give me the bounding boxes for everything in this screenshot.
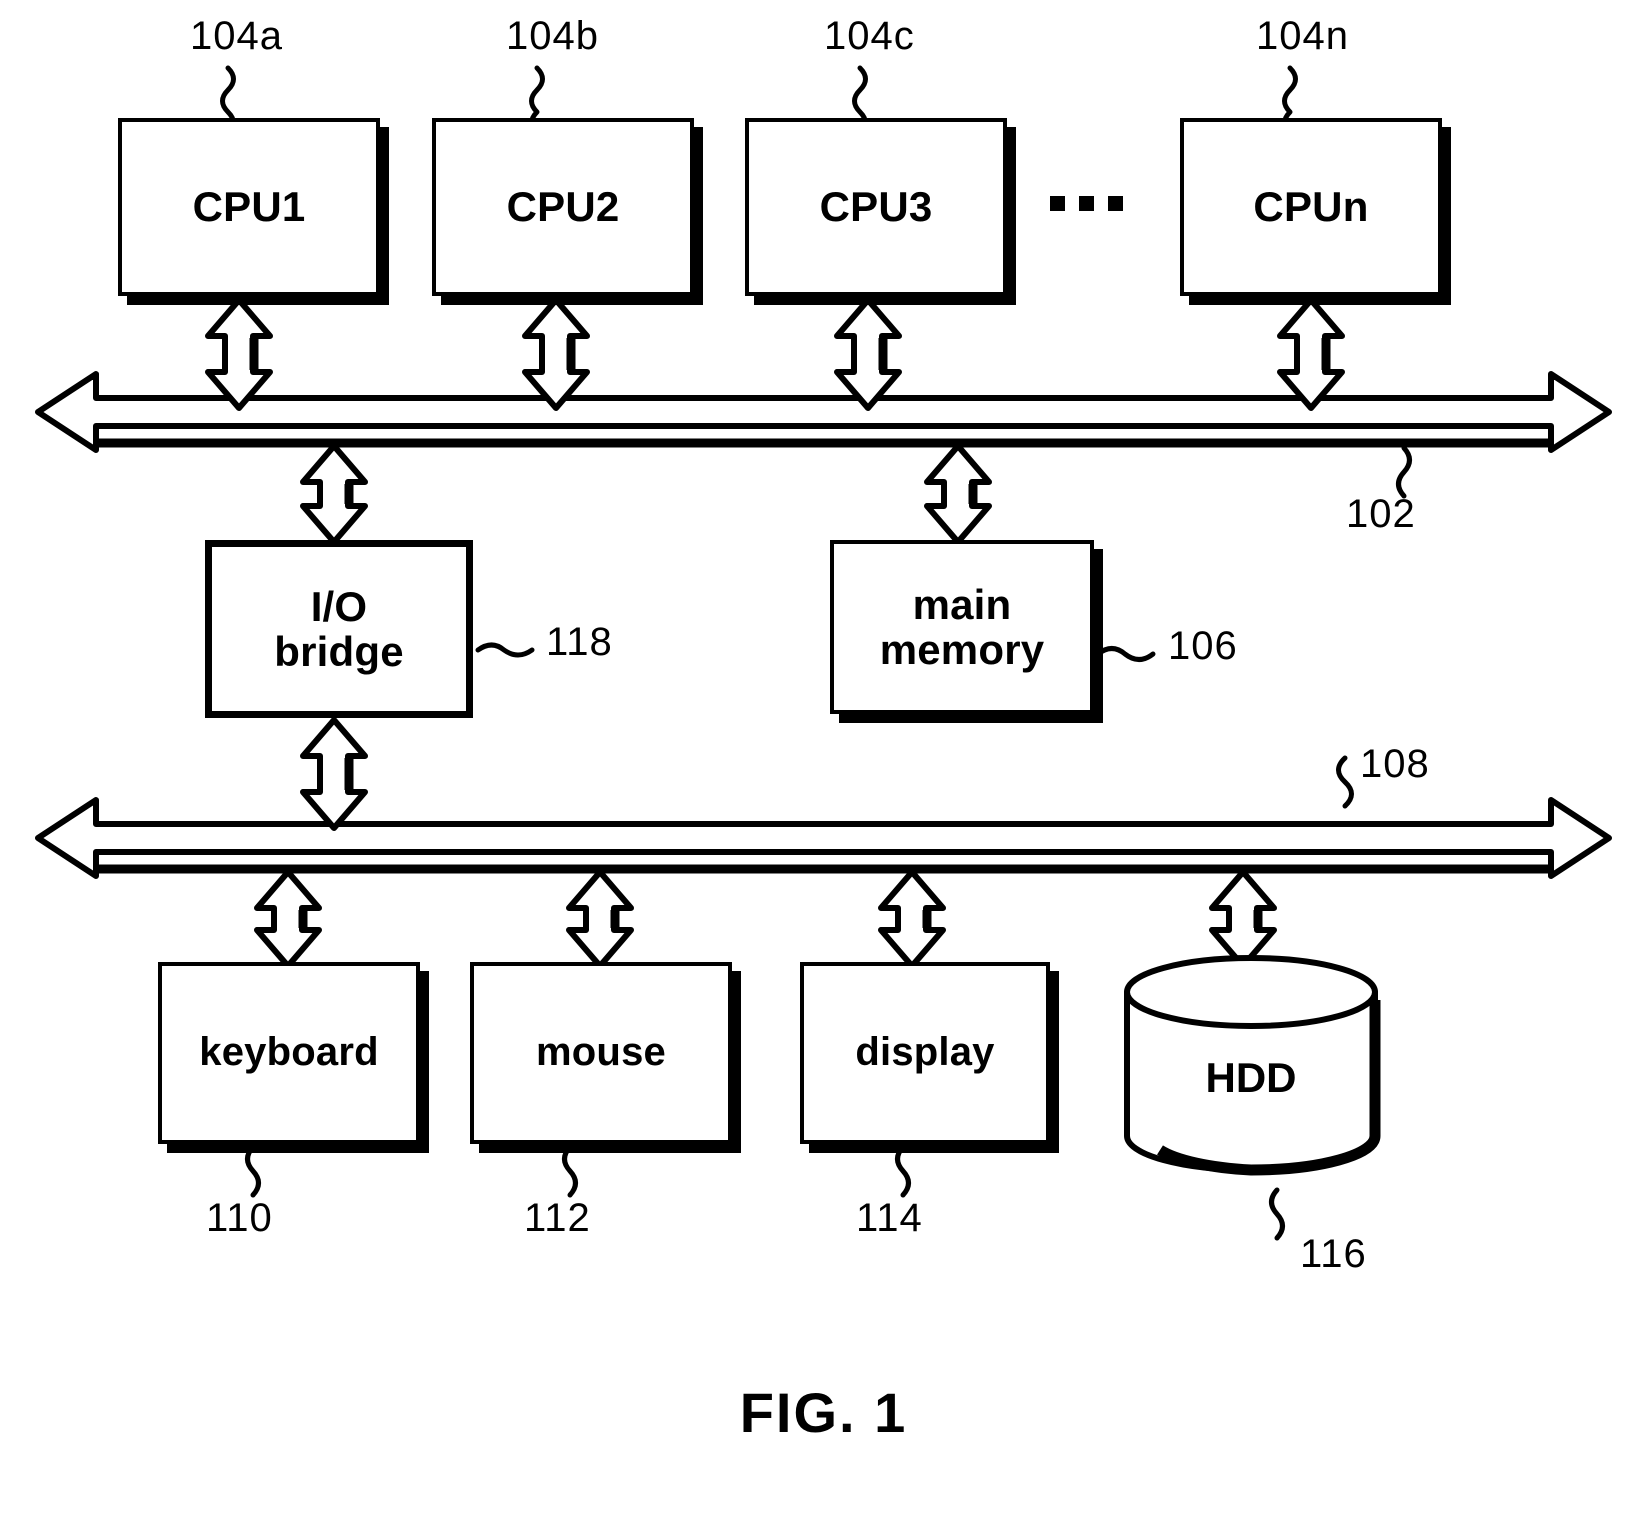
leader-110 [245, 1144, 261, 1198]
connector-bus-iobridge [300, 443, 368, 545]
node-main-memory[interactable]: main memory [830, 540, 1094, 714]
connector-iobus-keyboard [254, 869, 322, 969]
node-keyboard-label: keyboard [199, 1030, 379, 1075]
node-hdd-label: HDD [1205, 1054, 1297, 1101]
leader-114 [895, 1144, 911, 1198]
node-hdd[interactable]: HDD [1127, 958, 1375, 1170]
ref-112: 112 [524, 1196, 591, 1240]
ref-108: 108 [1360, 742, 1430, 786]
ref-118: 118 [546, 620, 613, 664]
node-cpun-label: CPUn [1253, 183, 1369, 231]
node-display-label: display [855, 1030, 995, 1075]
node-cpu3[interactable]: CPU3 [745, 118, 1007, 296]
ref-104b: 104b [506, 14, 599, 58]
connector-iobus-mouse [566, 869, 634, 969]
ref-104n: 104n [1256, 14, 1349, 58]
node-mouse-label: mouse [536, 1030, 666, 1075]
node-keyboard[interactable]: keyboard [158, 962, 420, 1144]
connector-cpun-bus [1277, 297, 1345, 411]
connector-cpu3-bus [834, 297, 902, 411]
node-display[interactable]: display [800, 962, 1050, 1144]
cpu-ellipsis-icon [1050, 196, 1123, 211]
connector-cpu2-bus [522, 297, 590, 411]
ref-116: 116 [1300, 1232, 1367, 1276]
node-cpu2[interactable]: CPU2 [432, 118, 694, 296]
leader-106 [1095, 646, 1156, 662]
figure-caption: FIG. 1 [739, 1381, 908, 1444]
node-cpu1-label: CPU1 [192, 183, 306, 231]
ref-104c: 104c [824, 14, 915, 58]
node-cpun[interactable]: CPUn [1180, 118, 1442, 296]
node-cpu3-label: CPU3 [819, 183, 933, 231]
ref-104a: 104a [190, 14, 283, 58]
system-bus-102 [35, 371, 1612, 453]
connector-bus-mainmemory [924, 443, 992, 545]
connector-iobus-display [878, 869, 946, 969]
connector-cpu1-bus [205, 297, 273, 411]
ref-106: 106 [1168, 624, 1238, 668]
node-cpu1[interactable]: CPU1 [118, 118, 380, 296]
node-mouse[interactable]: mouse [470, 962, 732, 1144]
leader-116 [1269, 1187, 1285, 1241]
connector-iobridge-iobus [300, 717, 368, 831]
ref-110: 110 [206, 1196, 273, 1240]
ref-102: 102 [1346, 492, 1416, 536]
leader-108 [1336, 755, 1354, 809]
leader-112 [562, 1144, 578, 1198]
leader-118 [475, 642, 535, 658]
node-io-bridge-label: I/O bridge [274, 582, 404, 675]
node-io-bridge[interactable]: I/O bridge [205, 540, 473, 718]
leader-102 [1396, 445, 1412, 499]
ref-114: 114 [856, 1196, 923, 1240]
patent-figure: CPU1 104a CPU2 104b CPU3 104c CPUn 104n … [0, 0, 1647, 1531]
node-main-memory-label: main memory [879, 580, 1045, 673]
connector-iobus-hdd [1209, 869, 1277, 969]
io-bus-108 [35, 797, 1612, 879]
node-cpu2-label: CPU2 [506, 183, 620, 231]
